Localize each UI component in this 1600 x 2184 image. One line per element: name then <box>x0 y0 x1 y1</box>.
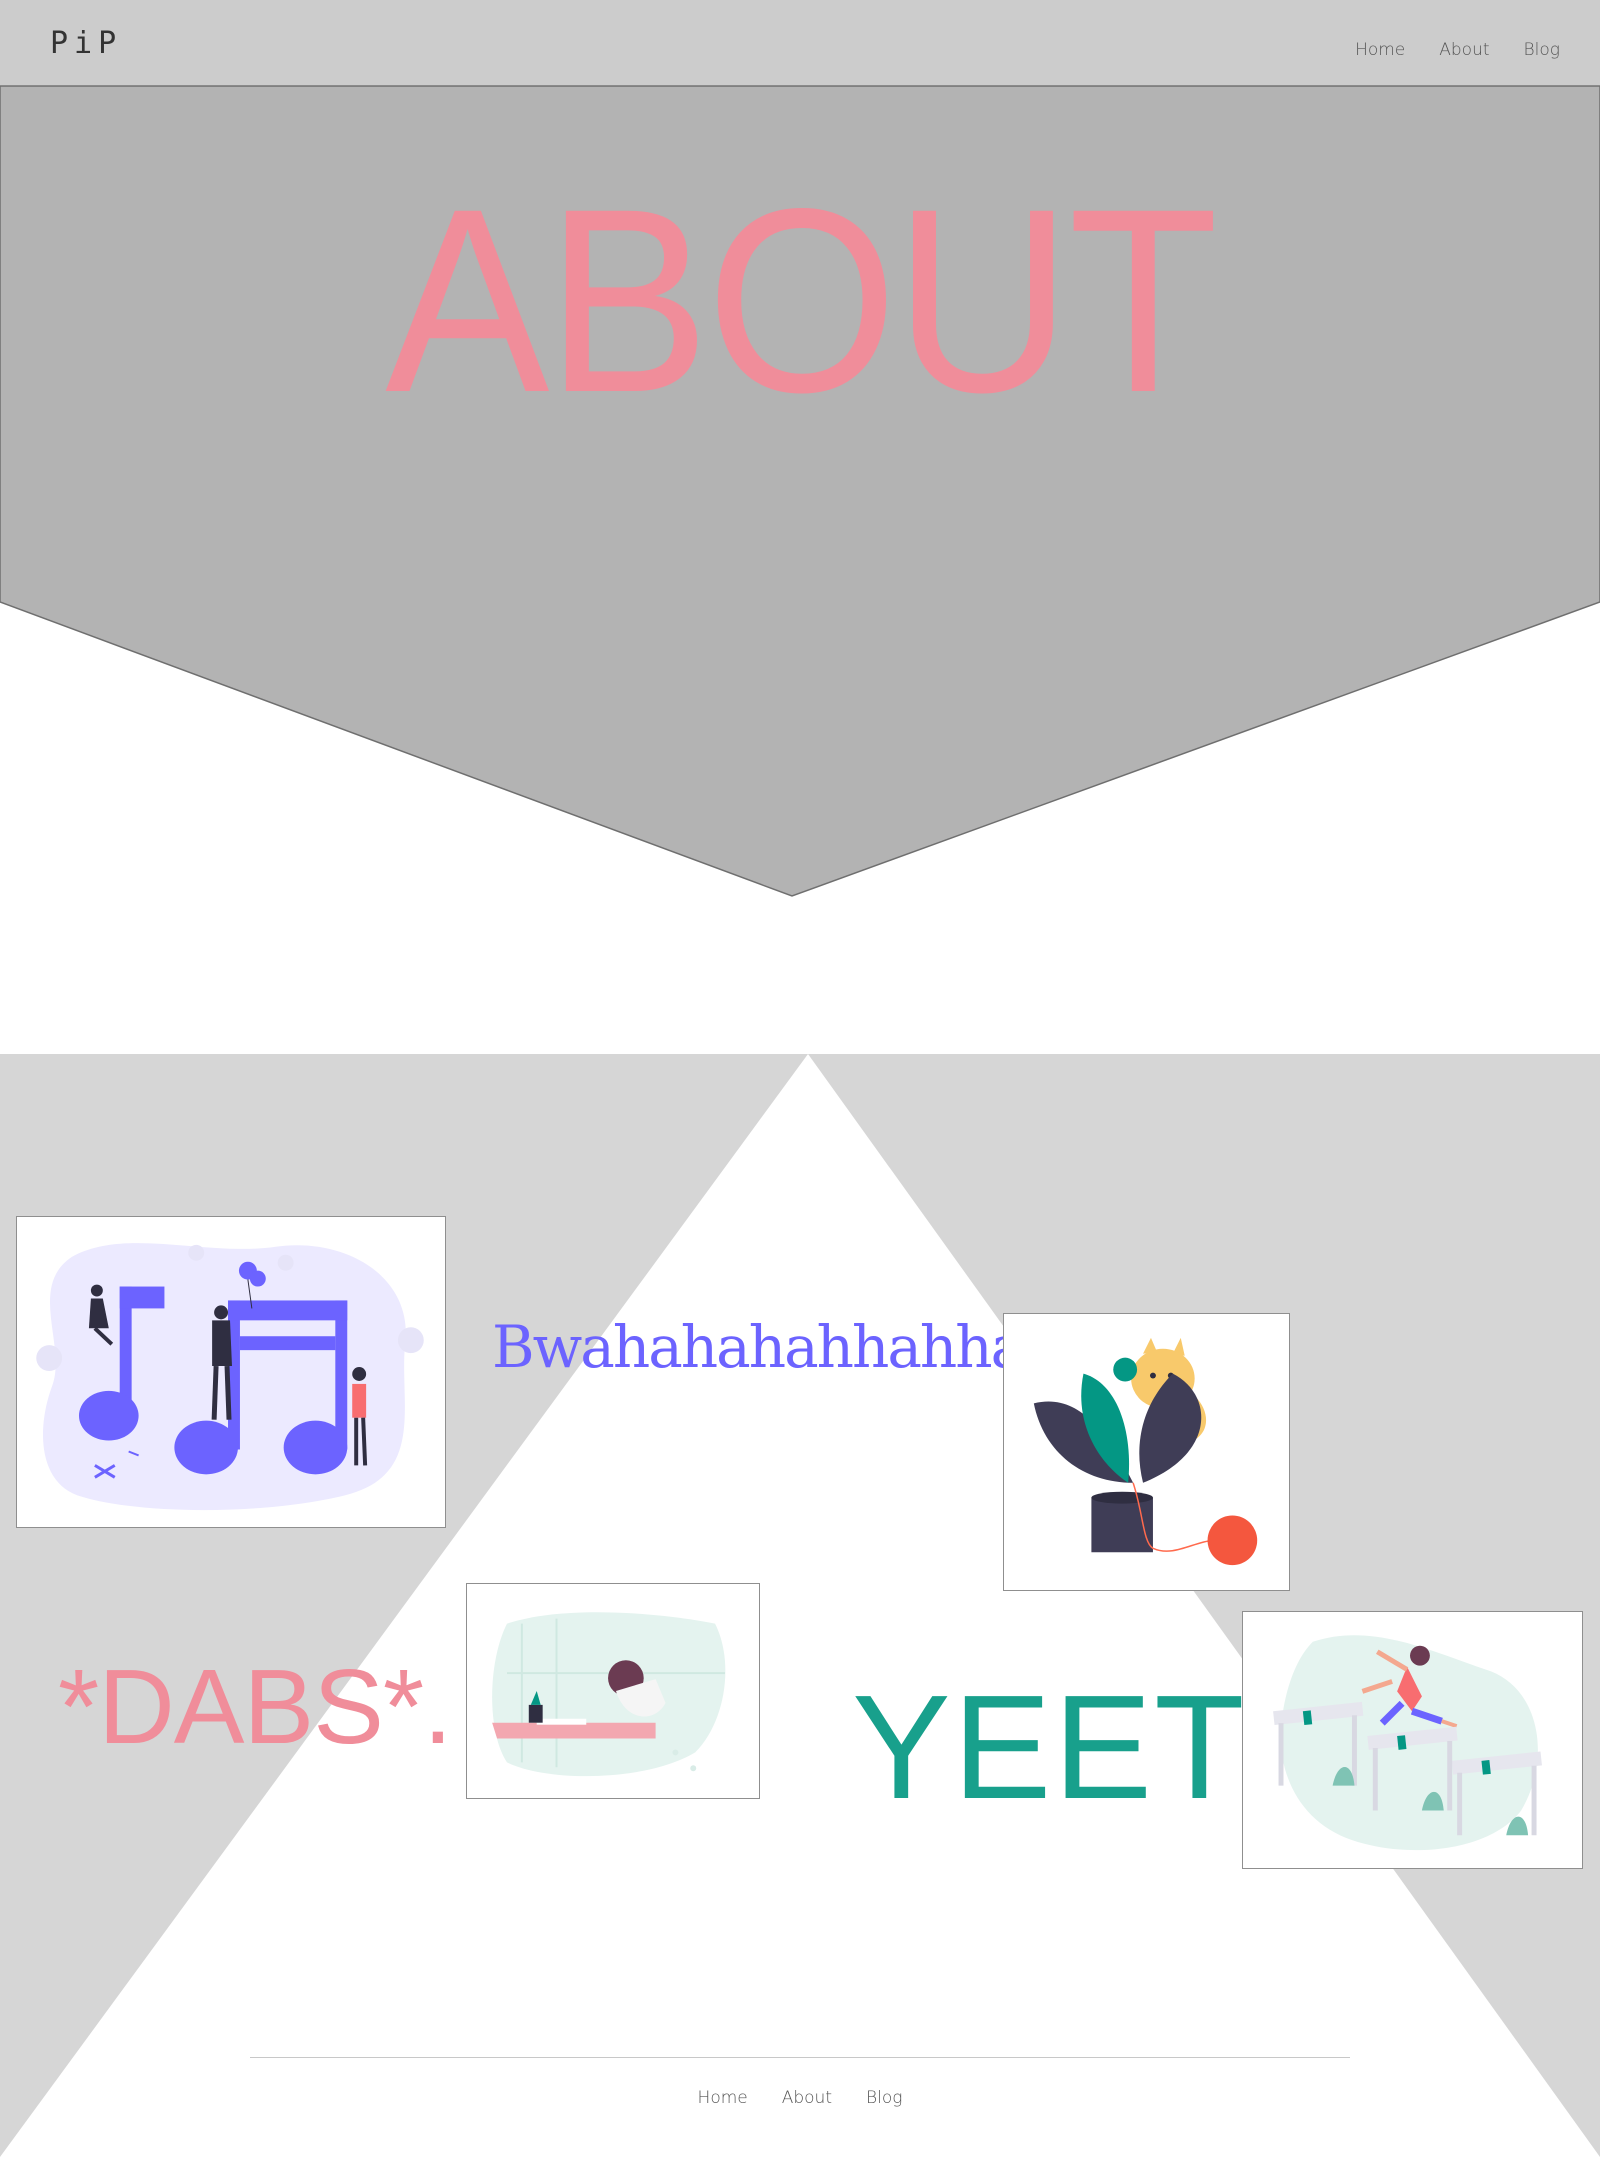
top-nav-links: Home About Blog <box>1355 40 1560 60</box>
yeet-text: YEET <box>852 1665 1247 1830</box>
nav-link-home[interactable]: Home <box>1355 40 1405 60</box>
footer-nav-links: Home About Blog <box>0 2088 1600 2108</box>
nav-link-about[interactable]: About <box>1439 40 1489 60</box>
bwahaha-text: Bwahahahahhahhah <box>492 1313 1061 1381</box>
brand-logo[interactable]: PiP <box>50 26 122 61</box>
top-navbar: PiP Home About Blog <box>0 0 1600 86</box>
reading-illustration <box>492 1612 726 1777</box>
footer-link-blog[interactable]: Blog <box>866 2088 902 2108</box>
hurdles-card <box>1242 1611 1583 1869</box>
plant-cat-card <box>1003 1313 1290 1591</box>
nav-link-blog[interactable]: Blog <box>1524 40 1560 60</box>
plant-cat-illustration <box>1033 1337 1258 1566</box>
music-notes-card <box>16 1216 446 1528</box>
dabs-text: *DABS*. <box>58 1648 453 1766</box>
music-notes-illustration <box>36 1243 424 1511</box>
showcase-section: Bwahahahahhahhah *DABS*. YEET Home About… <box>0 1054 1600 2184</box>
footer-divider <box>250 2057 1350 2058</box>
hero-title: ABOUT <box>385 154 1218 447</box>
hurdles-illustration <box>1273 1635 1542 1851</box>
footer-link-home[interactable]: Home <box>698 2088 748 2108</box>
footer-link-about[interactable]: About <box>782 2088 832 2108</box>
reading-card <box>466 1583 760 1799</box>
